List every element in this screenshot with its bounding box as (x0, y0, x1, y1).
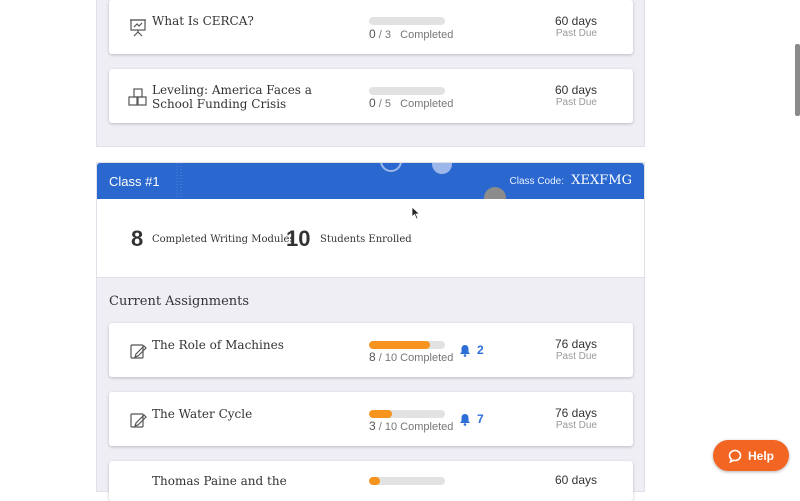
completed-modules-label: Completed Writing Modules (152, 234, 295, 245)
due-info: 60 days (554, 473, 597, 487)
assignment-card[interactable]: The Role of Machines 8 / 10 Completed 2 … (109, 323, 633, 377)
edit-icon (128, 410, 148, 430)
assignment-title[interactable]: Leveling: America Faces a School Funding… (152, 83, 312, 111)
completed-modules-count: 8 (131, 226, 144, 251)
assignment-title[interactable]: Thomas Paine and the (152, 474, 352, 488)
class-code-label: Class Code: (509, 176, 564, 187)
assignment-title[interactable]: What Is CERCA? (152, 14, 312, 28)
class-title: Class #1 (109, 174, 160, 189)
progress-bar (369, 410, 445, 418)
class-panel: Class #1 Class Code: XEXFMG 8 Completed … (96, 162, 645, 501)
progress-text: 3 / 10 Completed (369, 419, 454, 433)
progress-fill (369, 477, 381, 485)
bell-icon (460, 413, 470, 426)
bell-icon (460, 344, 470, 357)
assignment-card[interactable]: Leveling: America Faces a School Funding… (109, 69, 633, 123)
edit-icon (128, 341, 148, 361)
progress-text: 0 / 5 Completed (369, 96, 454, 110)
progress-text: 8 / 10 Completed (369, 350, 454, 364)
class-header[interactable]: Class #1 Class Code: XEXFMG (97, 163, 644, 199)
current-assignments-heading: Current Assignments (109, 294, 250, 309)
assignment-title[interactable]: The Water Cycle (152, 407, 312, 421)
students-enrolled-label: Students Enrolled (320, 234, 412, 245)
assignment-card[interactable]: The Water Cycle 3 / 10 Completed 7 76 da… (109, 392, 633, 446)
due-info: 76 days Past Due (554, 337, 597, 363)
class-code: XEXFMG (571, 173, 632, 188)
chat-bubble-icon (728, 449, 742, 463)
due-info: 76 days Past Due (554, 406, 597, 432)
mouse-cursor-icon (411, 206, 421, 220)
assignment-card[interactable]: What Is CERCA? 0 / 3 Completed 60 days P… (109, 0, 633, 54)
progress-fill (369, 341, 430, 349)
progress-bar (369, 87, 445, 95)
class-stats: 8 Completed Writing Modules 10 Students … (97, 199, 644, 278)
progress-bar (369, 477, 445, 485)
progress-bar (369, 17, 445, 25)
assignment-card[interactable]: Thomas Paine and the 60 days (109, 461, 633, 501)
previous-class-panel: What Is CERCA? 0 / 3 Completed 60 days P… (96, 0, 645, 147)
assignment-title[interactable]: The Role of Machines (152, 338, 312, 352)
progress-fill (369, 410, 392, 418)
due-info: 60 days Past Due (554, 14, 597, 40)
due-info: 60 days Past Due (554, 83, 597, 109)
blocks-icon (128, 87, 148, 107)
notification-badge[interactable]: 2 (459, 343, 484, 357)
help-label: Help (747, 448, 774, 463)
scrollbar-thumb[interactable] (795, 44, 800, 116)
progress-text: 0 / 3 Completed (369, 27, 454, 41)
presentation-icon (128, 17, 148, 37)
progress-bar (369, 341, 445, 349)
students-enrolled-count: 10 (286, 226, 311, 251)
help-button[interactable]: Help (713, 440, 789, 471)
notification-badge[interactable]: 7 (459, 412, 484, 426)
